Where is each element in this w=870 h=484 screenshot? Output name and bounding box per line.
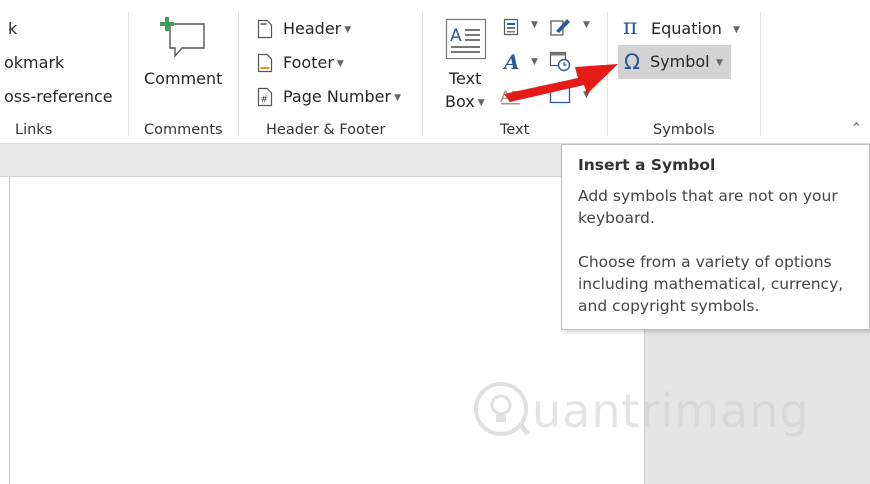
links-item-link[interactable]: k <box>8 19 17 39</box>
tooltip-line: Choose from a variety of options <box>578 253 832 271</box>
tooltip-line: keyboard. <box>578 209 655 227</box>
symbols-group-label: Symbols <box>653 122 715 138</box>
quick-parts-button[interactable]: ▼ <box>503 18 538 40</box>
group-separator <box>238 12 239 136</box>
watermark-text: uantrimang <box>532 384 810 438</box>
links-item-cross-reference[interactable]: oss-reference <box>4 87 113 107</box>
tooltip-line: including mathematical, currency, <box>578 275 844 293</box>
tooltip-line: Add symbols that are not on your <box>578 187 838 205</box>
quick-parts-icon <box>503 18 519 36</box>
comment-button[interactable] <box>158 14 208 60</box>
group-separator <box>760 12 761 136</box>
chevron-down-icon: ▼ <box>531 20 538 30</box>
header-footer-group-label: Header & Footer <box>266 122 386 138</box>
tooltip-line: and copyright symbols. <box>578 297 760 315</box>
text-box-label-line2[interactable]: Box <box>445 92 475 111</box>
chevron-down-icon: ▼ <box>344 24 352 35</box>
page-number-label: Page Number <box>283 87 392 106</box>
svg-text:A: A <box>450 26 462 46</box>
watermark: uantrimang <box>470 378 809 448</box>
lightbulb-logo-icon <box>474 382 530 436</box>
chevron-down-icon: ▼ <box>336 58 344 69</box>
text-box-button[interactable]: A <box>445 18 487 60</box>
chevron-down-icon: ▼ <box>733 25 740 35</box>
tooltip-title: Insert a Symbol <box>578 156 716 174</box>
group-separator <box>128 12 129 136</box>
comments-group-label: Comments <box>144 122 223 138</box>
text-group-label: Text <box>500 122 530 138</box>
header-page-icon <box>257 19 273 39</box>
footer-page-icon <box>257 53 273 73</box>
equation-button[interactable]: π Equation ▼ <box>620 16 745 42</box>
text-box-icon: A <box>445 18 487 60</box>
svg-text:#: # <box>261 95 269 105</box>
symbol-label: Symbol <box>650 52 710 71</box>
links-group-label: Links <box>15 122 53 138</box>
collapse-ribbon-icon[interactable]: ⌃ <box>851 121 862 136</box>
symbol-button[interactable]: Ω Symbol ▼ <box>618 45 731 79</box>
chevron-down-icon: ▼ <box>394 92 402 103</box>
signature-line-button[interactable]: ▼ <box>549 15 590 41</box>
pi-icon: π <box>623 15 638 40</box>
header-label: Header <box>283 19 342 38</box>
chevron-down-icon: ▼ <box>477 97 485 108</box>
signature-pen-icon <box>550 19 570 36</box>
comment-label[interactable]: Comment <box>144 69 222 89</box>
links-item-bookmark[interactable]: okmark <box>4 53 64 73</box>
insert-symbol-tooltip: Insert a Symbol Add symbols that are not… <box>561 144 870 330</box>
page-number-icon: # <box>257 87 273 107</box>
chevron-down-icon: ▼ <box>716 58 723 68</box>
text-box-label-line1[interactable]: Text <box>449 69 481 89</box>
comment-icon <box>160 17 205 58</box>
footer-label: Footer <box>283 53 334 72</box>
equation-label: Equation <box>651 19 722 38</box>
red-arrow-icon <box>504 64 618 102</box>
chevron-down-icon: ▼ <box>583 20 590 30</box>
group-separator <box>422 12 423 136</box>
